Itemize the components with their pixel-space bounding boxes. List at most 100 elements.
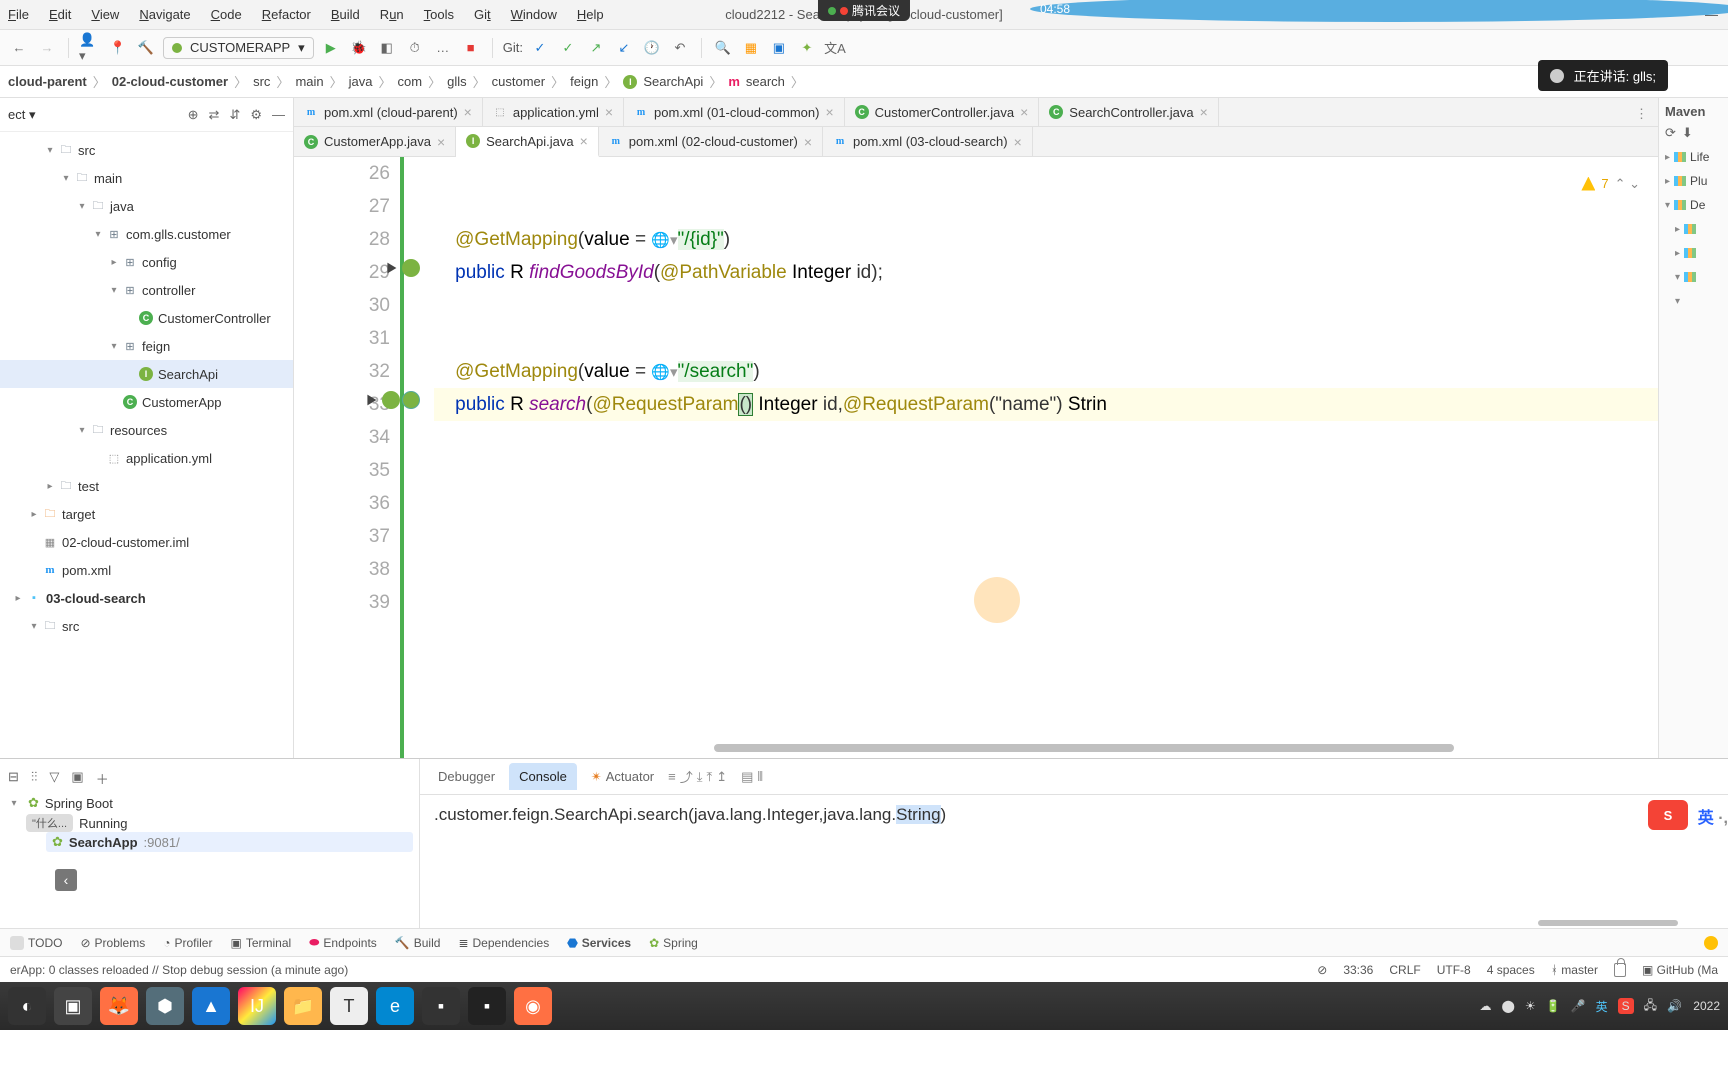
- close-icon[interactable]: ×: [1020, 104, 1028, 120]
- json-icon[interactable]: ▣: [768, 37, 790, 59]
- close-icon[interactable]: ×: [580, 133, 588, 149]
- app4-icon[interactable]: ⬢: [146, 987, 184, 1025]
- bc-item[interactable]: 02-cloud-customer: [112, 74, 228, 89]
- debug-button[interactable]: 🐞: [348, 37, 370, 59]
- back-button[interactable]: ←: [8, 37, 30, 59]
- no-sync-icon[interactable]: ⊘: [1317, 963, 1327, 977]
- tree-item[interactable]: ▾🗀java: [0, 192, 293, 220]
- project-dropdown[interactable]: ect ▾: [8, 107, 35, 123]
- collapse-arrow-icon[interactable]: ‹: [55, 869, 77, 891]
- tree-item[interactable]: ▾🗀src: [0, 136, 293, 164]
- git-commit-icon[interactable]: ✓: [557, 37, 579, 59]
- forward-button[interactable]: →: [36, 37, 58, 59]
- menu-edit[interactable]: Edit: [49, 7, 71, 22]
- run-gutter-icon[interactable]: [362, 391, 380, 409]
- postman-icon[interactable]: ◉: [514, 987, 552, 1025]
- tree-item[interactable]: ▾🗀src: [0, 612, 293, 640]
- code-content[interactable]: @GetMapping(value = 🌐▾"/{id}") public R …: [404, 157, 1658, 758]
- git-branch[interactable]: ᚼ master: [1551, 963, 1598, 977]
- tree-item[interactable]: ▾🗀main: [0, 164, 293, 192]
- build-tab[interactable]: 🔨Build: [395, 936, 441, 950]
- tree-item[interactable]: ▸🗀target: [0, 500, 293, 528]
- close-icon[interactable]: ×: [605, 104, 613, 120]
- menu-file[interactable]: File: [8, 7, 29, 22]
- git-history-icon[interactable]: 🕐: [641, 37, 663, 59]
- grid-icon[interactable]: ▦: [740, 37, 762, 59]
- spring-gutter-icon[interactable]: [402, 259, 420, 277]
- zoom-icon[interactable]: ▲: [192, 987, 230, 1025]
- coverage-button[interactable]: ◧: [376, 37, 398, 59]
- tree-item[interactable]: ▾⊞controller: [0, 276, 293, 304]
- git-pull-icon[interactable]: ↙: [613, 37, 635, 59]
- debugger-tab[interactable]: Debugger: [428, 763, 505, 790]
- spring-boot-node[interactable]: ▾✿ Spring Boot: [6, 792, 413, 814]
- firefox-icon[interactable]: 🦊: [100, 987, 138, 1025]
- tree-item[interactable]: ⬚application.yml: [0, 444, 293, 472]
- console-upload-icon[interactable]: ⤒: [707, 769, 713, 785]
- bc-item[interactable]: SearchApi: [643, 74, 703, 89]
- tree-item[interactable]: ▸⊞config: [0, 248, 293, 276]
- menu-tools[interactable]: Tools: [424, 7, 454, 22]
- menu-help[interactable]: Help: [577, 7, 604, 22]
- settings-icon[interactable]: ⚙: [250, 107, 262, 123]
- bc-item[interactable]: customer: [492, 74, 545, 89]
- menu-code[interactable]: Code: [211, 7, 242, 22]
- profile-button[interactable]: ⏱: [404, 37, 426, 59]
- problems-tab[interactable]: ⊘Problems: [80, 936, 145, 950]
- github-widget[interactable]: ▣ GitHub (Ma: [1642, 963, 1718, 977]
- bean-gutter-icon[interactable]: [402, 391, 420, 409]
- tree-item[interactable]: ISearchApi: [0, 360, 293, 388]
- intellij-icon[interactable]: IJ: [238, 987, 276, 1025]
- editor-tab[interactable]: CCustomerApp.java×: [294, 127, 456, 156]
- lock-icon[interactable]: [1614, 963, 1626, 977]
- spring-gutter-icon[interactable]: [382, 391, 400, 409]
- puzzle-icon[interactable]: ✦: [796, 37, 818, 59]
- tree-item[interactable]: mpom.xml: [0, 556, 293, 584]
- select-context-icon[interactable]: 👤▾: [79, 37, 101, 59]
- close-icon[interactable]: ×: [1200, 104, 1208, 120]
- bc-item[interactable]: search: [746, 74, 785, 89]
- console-wrap-icon[interactable]: ▤: [741, 769, 753, 785]
- run-tree-filter-icon[interactable]: ▽: [49, 769, 59, 788]
- console-output[interactable]: .customer.feign.SearchApi.search(java.la…: [420, 795, 1728, 928]
- inspection-hint[interactable]: 7 ⌃ ⌄: [1581, 167, 1640, 200]
- close-icon[interactable]: ×: [464, 104, 472, 120]
- git-update-icon[interactable]: ✓: [529, 37, 551, 59]
- editor-tab[interactable]: ⬚application.yml×: [483, 98, 624, 126]
- code-editor[interactable]: 2627282930313233343536373839 @GetMapping…: [294, 157, 1658, 758]
- menu-window[interactable]: Window: [511, 7, 557, 22]
- pin-icon[interactable]: 📍: [107, 37, 129, 59]
- console-down-icon[interactable]: ⤓: [697, 769, 703, 785]
- bc-item[interactable]: java: [349, 74, 373, 89]
- menu-git[interactable]: Git: [474, 7, 491, 22]
- console-scrollbar[interactable]: [1538, 920, 1678, 926]
- endpoints-tab[interactable]: ⬬Endpoints: [309, 935, 377, 950]
- bc-item[interactable]: src: [253, 74, 270, 89]
- menu-navigate[interactable]: Navigate: [139, 7, 190, 22]
- tree-item[interactable]: ▾⊞feign: [0, 332, 293, 360]
- run-tree-add-icon[interactable]: ＋: [96, 769, 109, 788]
- line-ending[interactable]: CRLF: [1389, 963, 1420, 977]
- editor-tab[interactable]: CCustomerController.java×: [845, 98, 1040, 126]
- maven-download-icon[interactable]: ⬇: [1682, 125, 1693, 141]
- close-icon[interactable]: ×: [1014, 134, 1022, 150]
- event-log-icon[interactable]: [1704, 936, 1718, 950]
- dependencies-tab[interactable]: ≣Dependencies: [458, 936, 549, 950]
- spring-tab[interactable]: ✿Spring: [649, 936, 698, 950]
- stop-button[interactable]: ■: [460, 37, 482, 59]
- menu-refactor[interactable]: Refactor: [262, 7, 311, 22]
- search-app-node[interactable]: ✿ SearchApp :9081/: [46, 832, 413, 852]
- maven-refresh-icon[interactable]: ⟳: [1665, 125, 1676, 141]
- indent-label[interactable]: 4 spaces: [1487, 963, 1535, 977]
- editor-tab[interactable]: mpom.xml (01-cloud-common)×: [624, 98, 845, 126]
- close-icon[interactable]: ×: [825, 104, 833, 120]
- git-rollback-icon[interactable]: ↶: [669, 37, 691, 59]
- tree-item[interactable]: ▾⊞com.glls.customer: [0, 220, 293, 248]
- terminal-tab[interactable]: ▣Terminal: [230, 936, 291, 950]
- tab-overflow-icon[interactable]: ⋮: [1635, 106, 1648, 122]
- tree-item[interactable]: CCustomerApp: [0, 388, 293, 416]
- hammer-icon[interactable]: 🔨: [135, 37, 157, 59]
- bc-item[interactable]: com: [398, 74, 423, 89]
- menu-build[interactable]: Build: [331, 7, 360, 22]
- console-tool-icon[interactable]: ≡: [668, 769, 676, 784]
